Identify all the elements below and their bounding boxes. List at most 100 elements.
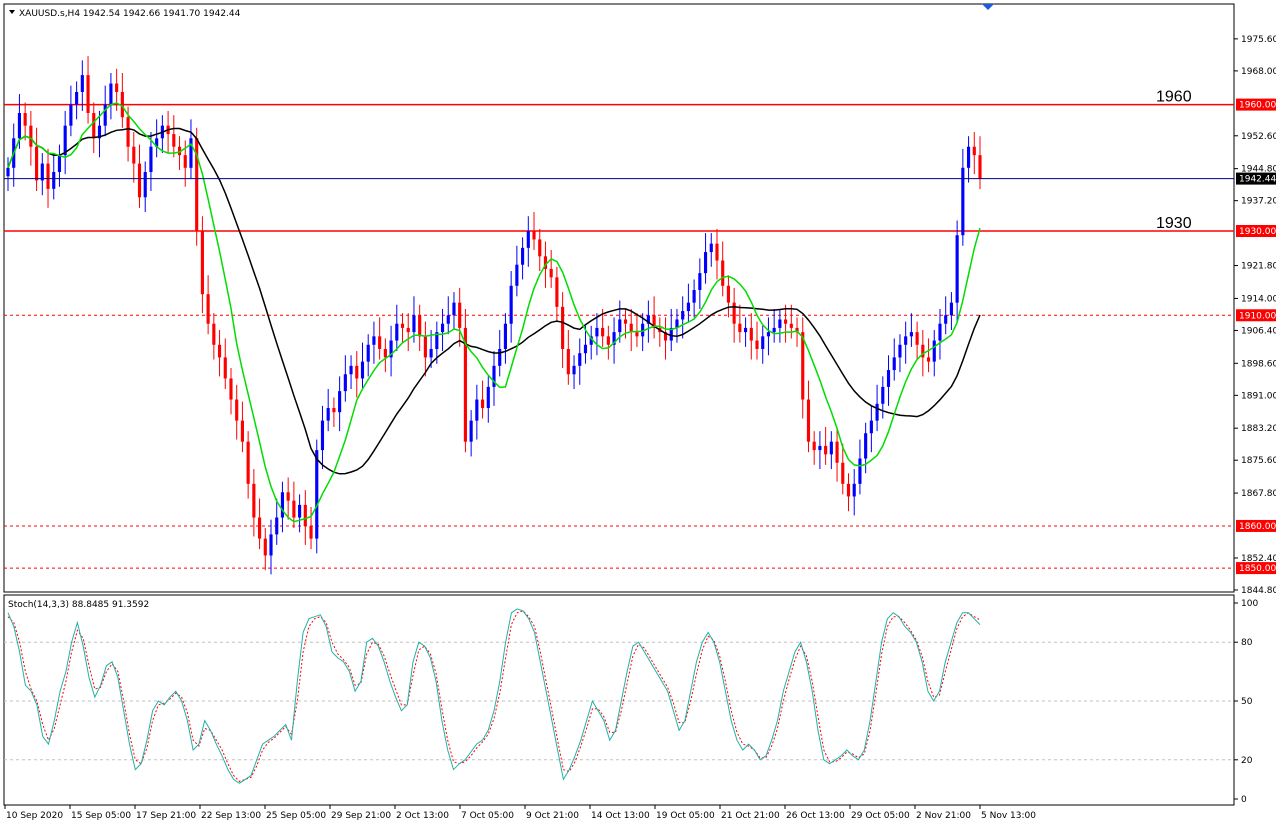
candle-body	[183, 155, 187, 168]
main-panel-frame	[3, 3, 1235, 593]
time-tick-label: 10 Sep 2020	[6, 811, 63, 821]
candle-body	[349, 365, 353, 375]
candle-body	[126, 117, 130, 147]
time-tick-label: 2 Oct 13:00	[396, 811, 449, 821]
candle-body	[966, 146, 971, 168]
candle-body	[978, 155, 982, 179]
price-tick-label: 1898.60	[1241, 359, 1276, 369]
candle-body	[200, 231, 204, 295]
candle-body	[703, 252, 708, 274]
level-tag-label: 1930.00	[1239, 227, 1276, 237]
time-tick-label: 14 Oct 13:00	[591, 811, 650, 821]
candle-body	[801, 332, 805, 400]
candle-body	[761, 336, 765, 349]
price-tick-label: 1883.20	[1241, 424, 1276, 434]
time-axis: 10 Sep 2020 15 Sep 05:00 17 Sep 21:00 22 Se…	[4, 805, 1036, 821]
price-tick-label: 1921.80	[1241, 262, 1276, 272]
candle-body	[86, 75, 90, 114]
stoch-tick-label: 100	[1241, 599, 1258, 609]
time-tick-label: 15 Sep 05:00	[71, 811, 131, 821]
stoch-tick-label: 50	[1241, 697, 1253, 707]
candle-body	[480, 399, 485, 408]
candle-body	[17, 113, 22, 139]
candle-body	[864, 433, 868, 459]
candle-body	[355, 365, 359, 379]
candle-body	[423, 336, 427, 358]
candle-body	[898, 344, 902, 358]
candle-body	[583, 344, 588, 354]
candle-body	[778, 319, 782, 328]
time-tick-label: 19 Oct 05:00	[656, 811, 715, 821]
candle-body	[80, 75, 84, 92]
candle-body	[578, 353, 582, 366]
candle-body	[40, 163, 44, 181]
candle-body	[829, 441, 833, 455]
candle-body	[23, 113, 27, 126]
candle-body	[915, 332, 919, 345]
candle-body	[149, 146, 153, 173]
candle-body	[932, 340, 936, 362]
candle-body	[686, 302, 690, 312]
candle-body	[206, 294, 210, 324]
candle-body	[217, 344, 222, 358]
candle-body	[120, 91, 124, 118]
stoch-tick-label: 0	[1241, 795, 1247, 805]
candle-body	[526, 231, 530, 248]
candle-body	[509, 285, 513, 324]
candle-body	[446, 315, 450, 324]
candle-body	[452, 302, 456, 316]
candle-body	[269, 534, 273, 556]
candle-body	[172, 134, 176, 147]
main-panel-header: XAUUSD.s,H4 1942.54 1942.66 1941.70 1942…	[19, 9, 241, 19]
price-tick-label: 1844.80	[1241, 586, 1276, 596]
time-tick-label: 7 Oct 05:00	[461, 811, 514, 821]
candle-body	[223, 357, 227, 379]
candle-body	[298, 504, 302, 518]
candle-body	[498, 348, 502, 366]
price-chart[interactable]: 1960.00 1960 1930.00 1930 1910.00 1860.00 1850…	[0, 0, 1276, 828]
time-tick-label: 22 Sep 13:00	[201, 811, 261, 821]
candle-body	[280, 492, 285, 518]
candle-body	[320, 420, 325, 451]
candle-body	[841, 462, 845, 484]
price-tick-label: 1875.60	[1241, 456, 1276, 466]
candle-body	[343, 374, 347, 392]
candle-body	[555, 277, 559, 307]
candle-body	[972, 146, 976, 156]
candle-body	[595, 327, 599, 337]
time-tick-label: 5 Nov 13:00	[981, 811, 1036, 821]
candle-body	[69, 104, 73, 126]
candle-body	[372, 336, 376, 345]
candle-body	[784, 319, 788, 324]
candle-body	[246, 441, 250, 484]
candle-body	[115, 83, 119, 92]
candle-body	[961, 167, 965, 236]
price-tick-label: 1937.20	[1241, 197, 1276, 207]
candle-body	[904, 336, 908, 345]
candle-body	[721, 260, 725, 286]
candle-body	[309, 525, 313, 539]
candle-body	[57, 155, 62, 173]
level-annotation: 1960	[1156, 89, 1192, 106]
candle-body	[618, 319, 622, 333]
bid-tag-label: 1942.44	[1239, 175, 1276, 185]
candle-body	[698, 273, 702, 290]
candle-body	[875, 403, 879, 421]
candle-body	[75, 91, 79, 105]
candle-body	[63, 125, 67, 156]
candle-body	[623, 319, 628, 324]
time-tick-label: 25 Sep 05:00	[266, 811, 326, 821]
candle-body	[749, 327, 753, 341]
candle-body	[538, 239, 542, 257]
stoch-panel-header: Stoch(14,3,3) 88.8485 91.3592	[8, 600, 149, 610]
candle-body	[440, 323, 445, 333]
candle-body	[275, 517, 279, 535]
candle-body	[561, 306, 565, 349]
candle-body	[681, 311, 685, 320]
candle-body	[412, 315, 416, 333]
candle-body	[383, 348, 387, 358]
candle-body	[52, 172, 56, 189]
candle-body	[240, 420, 244, 442]
candle-body	[835, 441, 839, 463]
candle-body	[35, 146, 39, 181]
